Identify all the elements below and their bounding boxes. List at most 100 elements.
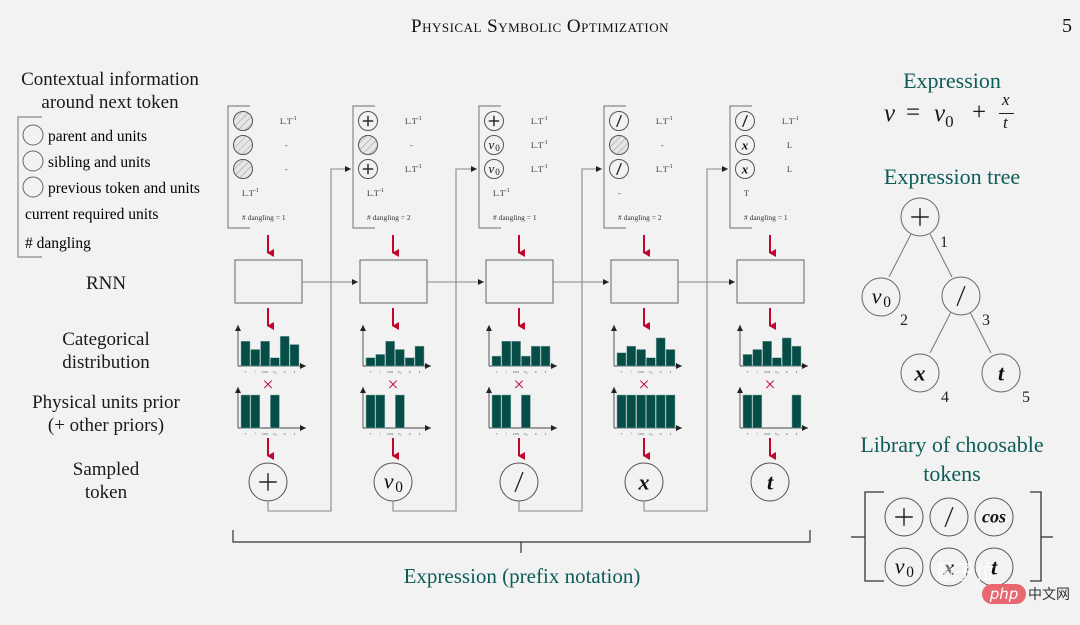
tick-label: t [670,431,672,436]
tick-label: / [757,431,759,436]
formula-lhs: v [884,100,896,127]
bar-/ [375,354,386,367]
tick-label: + [244,369,247,374]
tick-label: / [506,369,508,374]
token-plus-icon [895,508,913,526]
bar-x [655,394,666,429]
context-units: L.T-1 [656,164,673,174]
tick-label: + [746,431,749,436]
svg-text:x: x [741,137,749,152]
context-token [609,159,629,179]
bar-x [655,337,666,367]
bar-/ [250,349,261,367]
tree-edge [888,233,912,278]
library-token [884,497,924,537]
expression-bracket [232,530,811,543]
bar-+ [240,394,251,429]
svg-text:t: t [767,469,774,494]
tick-label: + [244,431,247,436]
sampled-token: x [624,462,664,502]
tick-label: v₀ [524,431,528,436]
token-circle [233,159,253,179]
categorical-label: Categorical distribution [6,328,206,374]
sampled-label: Sampled token [6,458,206,504]
legend-circle-sibling [22,150,44,172]
tick-label: v₀ [398,369,402,374]
svg-text:v: v [895,554,905,579]
bar-/ [375,394,386,429]
library-token: cos [974,497,1014,537]
tick-label: x [283,369,286,374]
context-units: L.T-1 [531,116,548,126]
bar-v0 [772,357,782,367]
bar-+ [742,394,753,429]
token-t-icon: t [767,469,774,494]
tree-node-index: 1 [940,234,948,251]
context-units: L.T-1 [782,116,799,126]
bar-+ [491,355,502,367]
tick-label: + [620,369,623,374]
tick-label: x [659,369,662,374]
svg-text:v: v [384,469,394,494]
svg-text:t: t [998,360,1005,385]
multiply-icon: × [387,374,398,396]
watermark-site: 中文网 [1028,587,1070,603]
tick-label: / [506,431,508,436]
required-units: L.T-1 [493,188,510,198]
token-circle [358,135,378,155]
tick-label: t [796,431,798,436]
tick-label: + [620,431,623,436]
tick-label: x [408,369,411,374]
context-token [233,135,253,155]
tick-label: v₀ [775,431,779,436]
context-units: L.T-1 [405,116,422,126]
step-3: L.T-1v 0 L.T-1v 0 L.T-1L.T-1# dangling = 1+ /… [478,105,609,512]
bar-x [530,345,541,367]
expression-prefix-label: Expression (prefix notation) [403,564,641,588]
step-1: L.T-1--L.T-1# dangling = 1+ / cos v₀ x t×+ / co… [227,105,358,512]
tick-label: v₀ [524,369,528,374]
context-token [358,135,378,155]
bar-cos [636,394,646,429]
tick-label: t [670,369,672,374]
sampled-label-line1: Sampled [72,459,140,480]
legend-item-previous: previous token and units [48,180,200,197]
tick-label: x [534,369,537,374]
bar-v0 [270,394,280,429]
context-token: x [735,135,755,155]
tick-label: cos [513,431,519,436]
dangling-count: # dangling = 2 [618,213,662,222]
tick-label: v₀ [273,369,277,374]
bar-t [791,345,802,367]
tick-label: t [796,369,798,374]
tick-label: v₀ [775,369,779,374]
token-circle [233,135,253,155]
context-units: L.T-1 [656,116,673,126]
bar-/ [501,341,512,367]
token-divide-icon [616,162,622,176]
bar-/ [752,394,763,429]
tick-label: cos [764,431,770,436]
token-divide-icon [742,114,748,128]
step-5: L.T-1x Lx LT# dangling = 1+ / cos v₀ x t×+ / cos v… [729,105,808,502]
bar-cos [636,349,646,367]
token-x-icon: x [638,469,650,494]
tree-node: x4 [900,353,949,406]
svg-text:x: x [741,161,749,176]
bar-x [279,336,290,367]
step-4: L.T-1-L.T-1-# dangling = 2+ / cos v₀ x t×+ / co… [603,105,735,512]
context-units: L [787,165,792,174]
tick-label: t [419,431,421,436]
token-plus-icon [362,115,374,127]
context-token [358,111,378,131]
legend-circle-parent [22,124,44,146]
bar-+ [491,394,502,429]
svg-text:0: 0 [906,564,914,581]
expression-formula: v = v0 + x t [884,90,1034,136]
sampled-token: t [750,462,790,502]
library-token: v0 [884,547,924,587]
svg-text:0: 0 [883,294,891,311]
token-x-icon: x [741,161,749,176]
legend-item-sibling: sibling and units [48,154,150,171]
watermark-text: 量子位 [935,560,995,584]
